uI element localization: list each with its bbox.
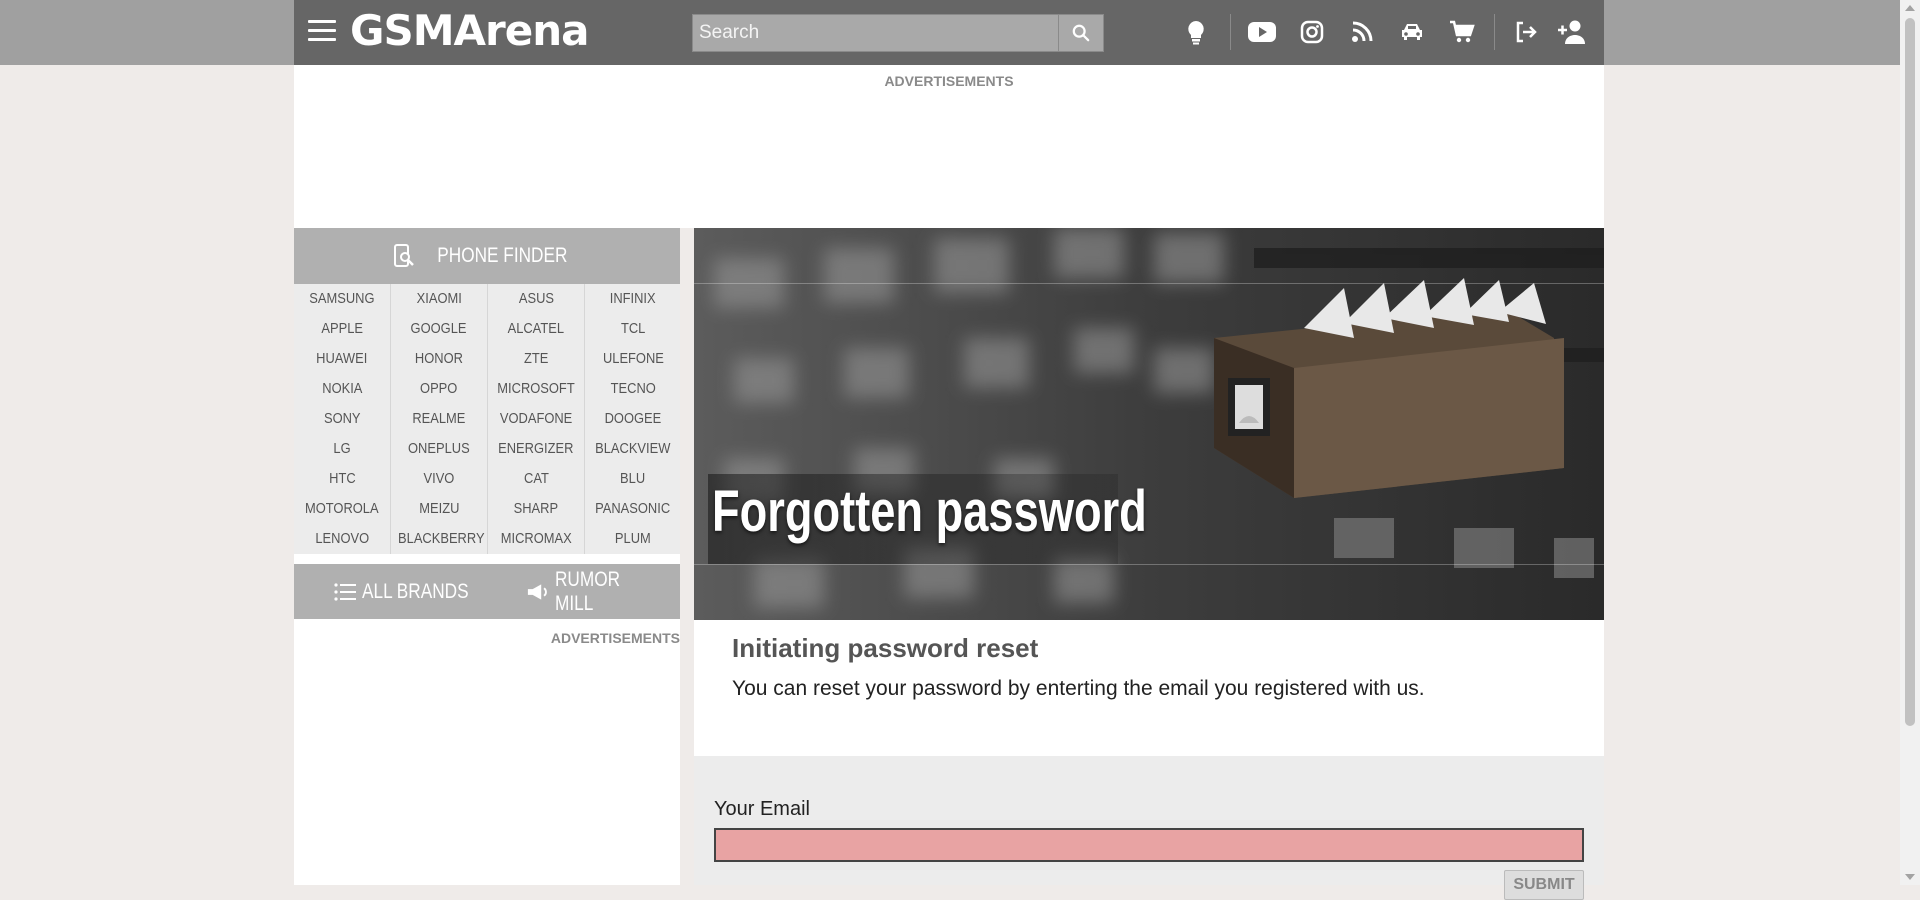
- section-description: You can reset your password by enterting…: [732, 677, 1425, 700]
- brand-link[interactable]: ENERGIZER: [488, 434, 584, 464]
- phone-finder-title: PHONE FINDER: [436, 244, 568, 267]
- cart-icon[interactable]: [1446, 16, 1478, 48]
- scroll-up-arrow[interactable]: [1905, 5, 1915, 11]
- brand-link[interactable]: NOKIA: [294, 374, 390, 404]
- brand-link[interactable]: MICROMAX: [488, 524, 584, 554]
- rss-icon[interactable]: [1346, 16, 1378, 48]
- brand-link[interactable]: SAMSUNG: [294, 284, 390, 314]
- brand-column: SAMSUNG APPLE HUAWEI NOKIA SONY LG HTC M…: [294, 284, 391, 554]
- brand-link[interactable]: TECNO: [585, 374, 681, 404]
- submit-button[interactable]: SUBMIT: [1504, 870, 1584, 900]
- brand-link[interactable]: PLUM: [585, 524, 681, 554]
- reset-form: Your Email SUBMIT: [694, 756, 1604, 900]
- email-field[interactable]: [714, 828, 1584, 862]
- brand-link[interactable]: BLACKBERRY: [391, 524, 487, 554]
- list-icon: [334, 582, 356, 601]
- brand-link[interactable]: MEIZU: [391, 494, 487, 524]
- car-icon[interactable]: [1396, 16, 1428, 48]
- login-icon[interactable]: [1510, 16, 1542, 48]
- phone-finder-icon: [393, 244, 414, 267]
- phone-finder-footer: ALL BRANDS RUMOR MILL: [294, 564, 680, 619]
- search-icon: [1072, 24, 1090, 42]
- brand-link[interactable]: BLACKVIEW: [585, 434, 681, 464]
- all-brands-button[interactable]: ALL BRANDS: [334, 564, 492, 619]
- brand-link[interactable]: ONEPLUS: [391, 434, 487, 464]
- brand-grid: SAMSUNG APPLE HUAWEI NOKIA SONY LG HTC M…: [294, 284, 680, 554]
- brand-link[interactable]: REALME: [391, 404, 487, 434]
- search-button[interactable]: [1058, 15, 1103, 51]
- brand-link[interactable]: MICROSOFT: [488, 374, 584, 404]
- brand-link[interactable]: GOOGLE: [391, 314, 487, 344]
- all-brands-label: ALL BRANDS: [362, 579, 469, 603]
- email-label: Your Email: [714, 798, 810, 820]
- brand-link[interactable]: XIAOMI: [391, 284, 487, 314]
- brand-link[interactable]: CAT: [488, 464, 584, 494]
- add-user-icon[interactable]: [1556, 16, 1588, 48]
- scroll-thumb[interactable]: [1905, 18, 1915, 726]
- phone-finder-button[interactable]: PHONE FINDER: [294, 228, 680, 284]
- main-content: Forgotten password Initiating password r…: [694, 228, 1604, 900]
- brand-link[interactable]: HUAWEI: [294, 344, 390, 374]
- brand-link[interactable]: ALCATEL: [488, 314, 584, 344]
- site-logo[interactable]: GSMArena: [350, 6, 589, 56]
- section-title: Initiating password reset: [732, 633, 1039, 663]
- brand-link[interactable]: LG: [294, 434, 390, 464]
- scroll-down-arrow[interactable]: [1905, 874, 1915, 880]
- hero-divider: [694, 564, 1604, 565]
- brand-link[interactable]: OPPO: [391, 374, 487, 404]
- ad-label: ADVERTISEMENTS: [550, 630, 680, 646]
- brand-column: XIAOMI GOOGLE HONOR OPPO REALME ONEPLUS …: [391, 284, 488, 554]
- ad-label: ADVERTISEMENTS: [884, 73, 1014, 89]
- brand-column: INFINIX TCL ULEFONE TECNO DOOGEE BLACKVI…: [585, 284, 681, 554]
- header-divider: [1494, 14, 1495, 50]
- brand-link[interactable]: BLU: [585, 464, 681, 494]
- instagram-icon[interactable]: [1296, 16, 1328, 48]
- rumor-mill-label: RUMOR MILL: [554, 567, 620, 615]
- brand-link[interactable]: VODAFONE: [488, 404, 584, 434]
- brand-link[interactable]: DOOGEE: [585, 404, 681, 434]
- rumor-mill-button[interactable]: RUMOR MILL: [526, 564, 680, 619]
- youtube-icon[interactable]: [1246, 16, 1278, 48]
- hero-divider: [694, 283, 1604, 284]
- brand-link[interactable]: MOTOROLA: [294, 494, 390, 524]
- brand-link[interactable]: ZTE: [488, 344, 584, 374]
- brand-link[interactable]: SONY: [294, 404, 390, 434]
- brand-link[interactable]: HTC: [294, 464, 390, 494]
- brand-link[interactable]: TCL: [585, 314, 681, 344]
- menu-icon[interactable]: [308, 20, 336, 44]
- brand-link[interactable]: ULEFONE: [585, 344, 681, 374]
- top-ad-area: ADVERTISEMENTS: [294, 65, 1604, 228]
- megaphone-icon: [527, 583, 547, 600]
- brand-link[interactable]: INFINIX: [585, 284, 681, 314]
- brand-link[interactable]: LENOVO: [294, 524, 390, 554]
- brand-link[interactable]: APPLE: [294, 314, 390, 344]
- site-header: GSMArena: [294, 0, 1604, 65]
- search-box: [692, 14, 1104, 52]
- scrollbar[interactable]: [1900, 0, 1920, 885]
- brand-column: ASUS ALCATEL ZTE MICROSOFT VODAFONE ENER…: [488, 284, 585, 554]
- lightbulb-icon[interactable]: [1180, 16, 1212, 48]
- search-input[interactable]: [693, 15, 1057, 51]
- page-title: Forgotten password: [712, 479, 1147, 544]
- brand-link[interactable]: PANASONIC: [585, 494, 681, 524]
- sidebar: PHONE FINDER SAMSUNG APPLE HUAWEI NOKIA …: [294, 228, 680, 885]
- hero-banner: Forgotten password: [694, 228, 1604, 620]
- header-divider: [1230, 14, 1231, 50]
- brand-link[interactable]: ASUS: [488, 284, 584, 314]
- brand-link[interactable]: SHARP: [488, 494, 584, 524]
- brand-link[interactable]: HONOR: [391, 344, 487, 374]
- brand-link[interactable]: VIVO: [391, 464, 487, 494]
